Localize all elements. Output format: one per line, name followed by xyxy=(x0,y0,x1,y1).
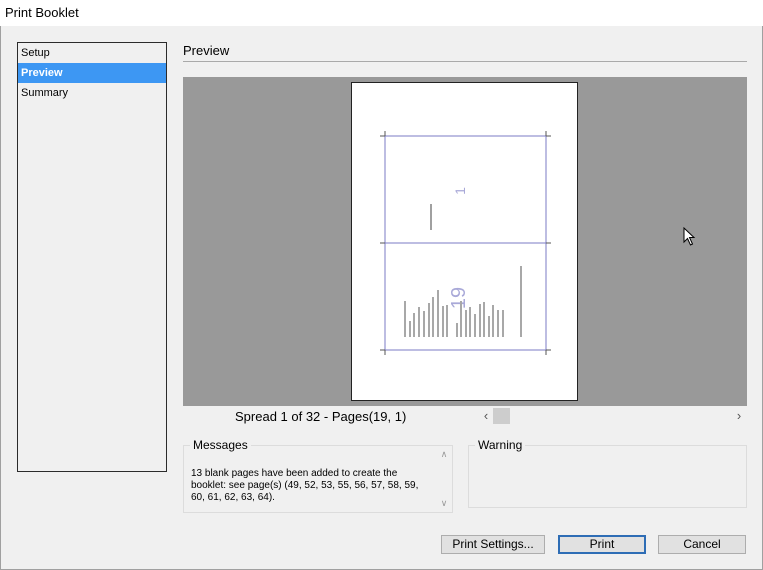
sidebar-list: Setup Preview Summary xyxy=(17,42,167,472)
spread-scrollbar-thumb[interactable] xyxy=(493,408,510,424)
scroll-down-arrow-icon[interactable]: ∨ xyxy=(437,498,451,509)
sidebar-item-preview[interactable]: Preview xyxy=(18,63,166,83)
print-settings-button[interactable]: Print Settings... xyxy=(441,535,545,554)
preview-sheet: 1 19 xyxy=(351,82,578,401)
sidebar-item-setup[interactable]: Setup xyxy=(18,43,166,63)
spread-label: Spread 1 of 32 - Pages(19, 1) xyxy=(235,409,407,424)
section-title: Preview xyxy=(183,43,230,58)
scroll-right-arrow-icon[interactable]: › xyxy=(733,408,745,424)
spread-preview-graphic: 1 19 xyxy=(380,131,551,355)
print-button[interactable]: Print xyxy=(558,535,646,554)
section-divider xyxy=(183,61,747,62)
window-title: Print Booklet xyxy=(5,5,79,20)
mouse-cursor-icon xyxy=(683,227,696,246)
warning-panel: Warning xyxy=(468,438,747,508)
messages-label: Messages xyxy=(190,438,251,452)
scroll-left-arrow-icon[interactable]: ‹ xyxy=(480,408,492,424)
page-number-top: 1 xyxy=(452,187,468,195)
messages-text: 13 blank pages have been added to create… xyxy=(191,468,419,503)
preview-area: 1 19 xyxy=(183,77,747,406)
cancel-button[interactable]: Cancel xyxy=(658,535,746,554)
page-top-mark xyxy=(430,204,432,230)
messages-panel: Messages 13 blank pages have been added … xyxy=(183,438,453,513)
title-bar: Print Booklet xyxy=(0,0,763,26)
page-number-bottom: 19 xyxy=(448,287,470,309)
warning-label: Warning xyxy=(475,438,526,452)
sidebar-item-summary[interactable]: Summary xyxy=(18,83,166,103)
messages-scrollbar[interactable]: ∧ ∨ xyxy=(437,447,451,511)
scroll-up-arrow-icon[interactable]: ∧ xyxy=(437,449,451,460)
